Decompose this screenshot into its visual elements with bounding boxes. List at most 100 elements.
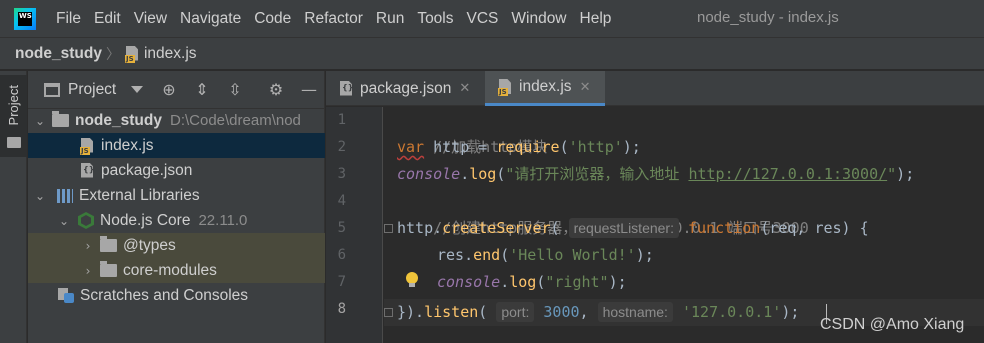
lightbulb-icon[interactable] bbox=[406, 272, 418, 288]
keyword-var: var bbox=[397, 138, 425, 156]
menu-help[interactable]: Help bbox=[580, 10, 612, 28]
url-link[interactable]: http://127.0.0.1:3000/ bbox=[688, 165, 887, 183]
string-literal: "right" bbox=[545, 273, 609, 291]
tree-item-label: core-modules bbox=[123, 261, 217, 279]
js-file-icon bbox=[497, 79, 513, 96]
menu-edit[interactable]: Edit bbox=[94, 10, 121, 28]
fold-marker-icon[interactable] bbox=[384, 224, 393, 233]
tree-item-index-js[interactable]: index.js bbox=[28, 133, 325, 158]
code-editor[interactable]: //加载http模块 var http = require('http'); c… bbox=[384, 107, 984, 343]
expand-all-icon[interactable]: ⇕ bbox=[193, 81, 211, 99]
tree-item-label: @types bbox=[123, 236, 176, 254]
menu-vcs[interactable]: VCS bbox=[467, 10, 499, 28]
tab-index-js[interactable]: index.js ✕ bbox=[485, 71, 605, 106]
tree-item-external-libraries[interactable]: ⌄ External Libraries bbox=[28, 183, 325, 208]
tree-item-types[interactable]: › @types bbox=[28, 233, 325, 258]
tree-item-version: 22.11.0 bbox=[198, 212, 248, 229]
folder-icon bbox=[7, 137, 21, 148]
view-dropdown-icon[interactable] bbox=[131, 86, 144, 93]
json-file-icon bbox=[79, 163, 95, 179]
fold-marker-icon[interactable] bbox=[384, 308, 393, 317]
line-number: 2 bbox=[337, 139, 346, 155]
breadcrumb: node_study 〉 index.js bbox=[0, 37, 984, 70]
code-line-4: //创建http服务器，监听网址127.0.0.1 端口号3000 bbox=[397, 188, 809, 237]
line-number: 4 bbox=[337, 193, 346, 209]
json-file-icon bbox=[338, 81, 354, 97]
tree-item-label: node_study bbox=[75, 111, 162, 129]
menu-window[interactable]: Window bbox=[511, 10, 566, 28]
tree-item-node-study[interactable]: ⌄ node_study D:\Code\dream\nod bbox=[28, 108, 325, 133]
scratches-icon bbox=[58, 287, 74, 304]
folder-icon bbox=[100, 261, 117, 277]
code-text: ); bbox=[781, 303, 800, 321]
project-view-icon bbox=[44, 82, 60, 97]
code-line-3: console.log("请打开浏览器，输入地址 http://127.0.0.… bbox=[397, 161, 914, 188]
breadcrumb-file[interactable]: index.js bbox=[144, 45, 197, 63]
watermark: CSDN @Amo Xiang bbox=[820, 316, 965, 333]
tree-item-label: index.js bbox=[101, 136, 154, 154]
code-text: (req, res) { bbox=[760, 219, 869, 237]
project-tool-tab-label: Project bbox=[6, 85, 21, 126]
tree-item-package-json[interactable]: package.json bbox=[28, 158, 325, 183]
menu-run[interactable]: Run bbox=[376, 10, 404, 28]
chevron-down-icon[interactable]: ⌄ bbox=[34, 189, 46, 203]
function-name: listen bbox=[424, 303, 479, 321]
function-name: createServer bbox=[442, 219, 551, 237]
menu-navigate[interactable]: Navigate bbox=[180, 10, 241, 28]
project-panel-title[interactable]: Project bbox=[68, 81, 116, 99]
tab-package-json[interactable]: package.json ✕ bbox=[326, 71, 484, 106]
line-number: 5 bbox=[337, 220, 346, 236]
code-text: http. bbox=[397, 219, 443, 237]
tree-item-label: Scratches and Consoles bbox=[80, 286, 249, 304]
parameter-hint: port: bbox=[496, 302, 535, 322]
menu-code[interactable]: Code bbox=[254, 10, 291, 28]
menu-file[interactable]: File bbox=[56, 10, 81, 28]
js-file-icon bbox=[79, 138, 95, 155]
hide-panel-icon[interactable]: — bbox=[300, 81, 318, 99]
string-literal: 'Hello World!' bbox=[509, 246, 636, 264]
webstorm-logo-icon[interactable]: WS bbox=[14, 7, 36, 30]
code-text: , bbox=[579, 303, 598, 321]
folder-icon bbox=[100, 236, 117, 252]
nodejs-icon bbox=[78, 212, 94, 229]
locate-file-icon[interactable]: ⊕ bbox=[160, 81, 178, 99]
code-line-5: http.createServer( requestListener: func… bbox=[397, 215, 869, 242]
tree-item-nodejs-core[interactable]: ⌄ Node.js Core 22.11.0 bbox=[28, 208, 325, 233]
close-icon[interactable]: ✕ bbox=[459, 81, 470, 96]
tree-item-core-modules[interactable]: › core-modules bbox=[28, 258, 325, 283]
gear-icon[interactable]: ⚙ bbox=[267, 81, 285, 99]
editor-gutter: 1 2 3 4 5 6 7 8 bbox=[326, 107, 383, 343]
number-literal: 3000 bbox=[534, 303, 580, 321]
close-icon[interactable]: ✕ bbox=[580, 80, 591, 95]
function-name: log bbox=[469, 165, 497, 183]
code-text: . bbox=[500, 273, 510, 291]
menu-tools[interactable]: Tools bbox=[417, 10, 453, 28]
editor-tab-bar: package.json ✕ index.js ✕ bbox=[326, 71, 984, 106]
code-text: ); bbox=[608, 273, 627, 291]
code-line-7: console.log("right"); bbox=[437, 269, 627, 296]
line-number: 6 bbox=[337, 247, 346, 263]
string-literal: '127.0.0.1' bbox=[672, 303, 782, 321]
menu-bar: WS File Edit View Navigate Code Refactor… bbox=[0, 0, 984, 37]
collapse-all-icon[interactable]: ⇳ bbox=[226, 81, 244, 99]
menu-refactor[interactable]: Refactor bbox=[304, 10, 363, 28]
left-tool-strip: Project bbox=[0, 71, 27, 343]
console-identifier: console bbox=[437, 273, 501, 291]
project-tool-tab[interactable]: Project bbox=[0, 75, 27, 157]
menu-view[interactable]: View bbox=[134, 10, 167, 28]
code-line-8: }).listen( port: 3000, hostname: '127.0.… bbox=[397, 299, 799, 326]
breadcrumb-project[interactable]: node_study bbox=[15, 45, 102, 63]
chevron-down-icon[interactable]: ⌄ bbox=[58, 214, 70, 228]
folder-icon bbox=[52, 111, 69, 127]
function-name: end bbox=[473, 246, 501, 264]
chevron-right-icon[interactable]: › bbox=[82, 239, 94, 253]
tab-label: index.js bbox=[519, 78, 572, 95]
tree-item-scratches[interactable]: Scratches and Consoles bbox=[28, 283, 325, 308]
chevron-right-icon[interactable]: › bbox=[82, 264, 94, 278]
chevron-down-icon[interactable]: ⌄ bbox=[34, 114, 46, 128]
function-name: log bbox=[509, 273, 537, 291]
tree-item-label: External Libraries bbox=[79, 186, 200, 204]
console-identifier: console bbox=[397, 165, 461, 183]
code-text: ); bbox=[635, 246, 654, 264]
code-text: ( bbox=[559, 138, 569, 156]
